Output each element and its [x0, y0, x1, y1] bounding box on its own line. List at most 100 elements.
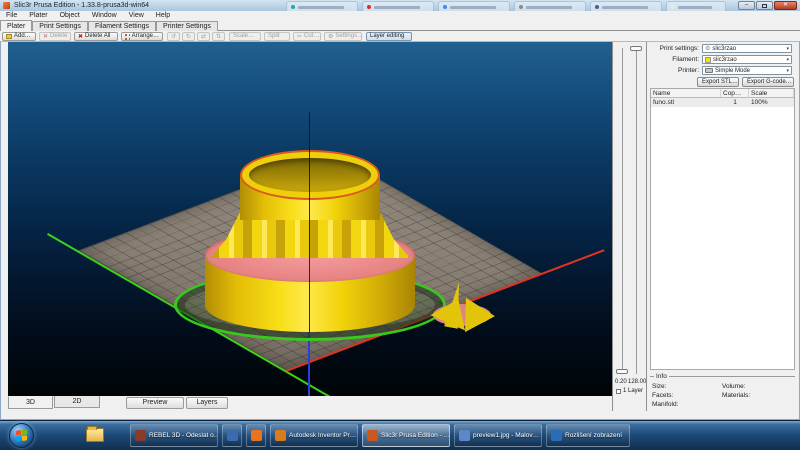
- info-facets-label: Facets:: [652, 391, 722, 400]
- model-top-rim[interactable]: [240, 150, 380, 200]
- delete-all-label: Delete All: [85, 33, 110, 40]
- cut-label: Cut…: [304, 33, 319, 40]
- scale-label: Scale…: [233, 33, 254, 40]
- object-table: Name Cop… Scale funo.stl 1 100%: [650, 88, 795, 370]
- toolbar: Add… ✖ Delete ✖ Delete All Arrange… ↺ ↻ …: [0, 31, 800, 42]
- layer-max-slider-track[interactable]: [636, 48, 637, 374]
- tab-2d[interactable]: 2D: [54, 396, 100, 408]
- display-settings-icon: [551, 430, 562, 441]
- menu-view[interactable]: View: [123, 11, 150, 20]
- rebel3d-app-icon: [135, 430, 146, 441]
- export-gcode-label: Export G-code…: [747, 78, 792, 86]
- main-tabrow: Plater Print Settings Filament Settings …: [0, 20, 800, 31]
- print-settings-row: Print settings: ⚙ slic3rzao ▾: [647, 44, 798, 54]
- rotate-ccw-button[interactable]: ↺: [167, 32, 180, 41]
- z-axis-line-up: [309, 112, 310, 332]
- add-icon: [6, 34, 12, 39]
- print-settings-gear-icon: ⚙: [705, 46, 710, 52]
- rotate-cw-button[interactable]: ↻: [182, 32, 195, 41]
- tab-title-blur: [298, 6, 344, 9]
- tab-3d[interactable]: 3D: [8, 396, 53, 409]
- taskbar-button-paint[interactable]: preview1.jpg - Malov…: [454, 424, 542, 447]
- 3d-viewport[interactable]: [8, 42, 612, 396]
- taskbar-button-rebel3d[interactable]: REBEL 3D - Odeslat o…: [130, 424, 218, 447]
- header-copies[interactable]: Cop…: [721, 89, 749, 97]
- menu-file[interactable]: File: [0, 11, 23, 20]
- one-layer-row: 1 Layer: [616, 388, 643, 394]
- start-button[interactable]: [9, 423, 34, 448]
- print-settings-select[interactable]: ⚙ slic3rzao ▾: [702, 44, 792, 53]
- background-browser-tab: [666, 1, 726, 11]
- explorer-folder-icon[interactable]: [86, 428, 104, 442]
- delete-label: Delete: [50, 33, 67, 40]
- layer-max-slider-handle[interactable]: [630, 46, 642, 51]
- menu-plater[interactable]: Plater: [23, 11, 53, 20]
- filament-row: Filament: slic3rzao ▾: [647, 55, 798, 65]
- scale-button[interactable]: Scale…: [229, 32, 261, 41]
- tab-preview[interactable]: Preview: [126, 397, 184, 409]
- layer-min-slider-handle[interactable]: [616, 369, 628, 374]
- split-button[interactable]: Split: [264, 32, 290, 41]
- one-layer-checkbox[interactable]: [616, 389, 621, 394]
- taskbar-button-slic3r[interactable]: Slic3r Prusa Edition - …: [362, 424, 450, 447]
- printer-value: Simple Mode: [715, 67, 784, 75]
- tab-plater[interactable]: Plater: [0, 20, 32, 31]
- taskbar-button-label: Autodesk Inventor Pr…: [289, 432, 356, 439]
- taskbar-button-app1[interactable]: [222, 424, 242, 447]
- export-stl-button[interactable]: Export STL…: [697, 77, 739, 87]
- delete-all-icon: ✖: [78, 34, 83, 40]
- taskbar: REBEL 3D - Odeslat o… Autodesk Inventor …: [0, 420, 800, 450]
- cell-name: funo.stl: [651, 98, 721, 107]
- maximize-button[interactable]: [756, 1, 773, 10]
- background-browser-tab: [514, 1, 586, 11]
- layer-min-value: 0.20: [615, 379, 627, 385]
- rotate-ccw-icon: ↺: [171, 34, 176, 40]
- printer-select[interactable]: Simple Mode ▾: [702, 66, 792, 75]
- chevron-down-icon: ▾: [786, 46, 789, 52]
- info-size-label: Size:: [652, 382, 722, 391]
- header-name[interactable]: Name: [651, 89, 721, 97]
- menu-help[interactable]: Help: [150, 11, 176, 20]
- menubar: File Plater Object Window View Help: [0, 11, 800, 20]
- arrange-icon: [125, 34, 130, 40]
- add-button[interactable]: Add…: [2, 32, 36, 41]
- arrange-button[interactable]: Arrange…: [121, 32, 163, 41]
- tab-filament-settings[interactable]: Filament Settings: [88, 21, 156, 31]
- table-row[interactable]: funo.stl 1 100%: [651, 98, 794, 107]
- header-scale[interactable]: Scale: [749, 89, 794, 97]
- taskbar-button-app2[interactable]: [246, 424, 266, 447]
- filament-select[interactable]: slic3rzao ▾: [702, 55, 792, 64]
- menu-window[interactable]: Window: [86, 11, 123, 20]
- taskbar-button-display-settings[interactable]: Rozlišení zobrazení: [546, 424, 630, 447]
- settings-label: Settings…: [335, 33, 363, 40]
- tab-title-blur: [450, 6, 496, 9]
- mirror-button[interactable]: ⇄: [197, 32, 210, 41]
- tab-printer-settings[interactable]: Printer Settings: [156, 21, 218, 31]
- settings-button[interactable]: ⚙ Settings…: [324, 32, 362, 41]
- favicon-dot: [519, 5, 523, 9]
- layer-editing-button[interactable]: Layer editing: [366, 32, 412, 41]
- tab-print-settings[interactable]: Print Settings: [32, 21, 88, 31]
- delete-all-button[interactable]: ✖ Delete All: [74, 32, 118, 41]
- chevron-down-icon: ▾: [786, 57, 789, 63]
- close-button[interactable]: ✕: [774, 1, 797, 10]
- menu-object[interactable]: Object: [54, 11, 86, 20]
- arrange-label: Arrange…: [132, 33, 159, 40]
- delete-button[interactable]: ✖ Delete: [39, 32, 71, 41]
- info-empty: [722, 400, 795, 409]
- print-settings-value: slic3rzao: [712, 45, 784, 53]
- tab-layers[interactable]: Layers: [186, 397, 228, 409]
- object-table-header: Name Cop… Scale: [651, 89, 794, 98]
- settings-gear-icon: ⚙: [328, 34, 333, 40]
- minimize-button[interactable]: –: [738, 1, 755, 10]
- info-manifold-label: Manifold:: [652, 400, 722, 409]
- scale-handles-button[interactable]: ⇅: [212, 32, 225, 41]
- cut-button[interactable]: ✂ Cut…: [293, 32, 321, 41]
- taskbar-button-inventor[interactable]: Autodesk Inventor Pr…: [270, 424, 358, 447]
- window-title: Slic3r Prusa Edition - 1.33.8-prusa3d-wi…: [14, 0, 149, 11]
- layer-min-slider-track[interactable]: [622, 48, 623, 374]
- taskbar-button-label: Slic3r Prusa Edition - …: [381, 432, 450, 439]
- info-box: Info Size: Volume: Facets: Materials: Ma…: [650, 376, 795, 409]
- export-gcode-button[interactable]: Export G-code…: [742, 77, 794, 87]
- add-label: Add…: [14, 33, 31, 40]
